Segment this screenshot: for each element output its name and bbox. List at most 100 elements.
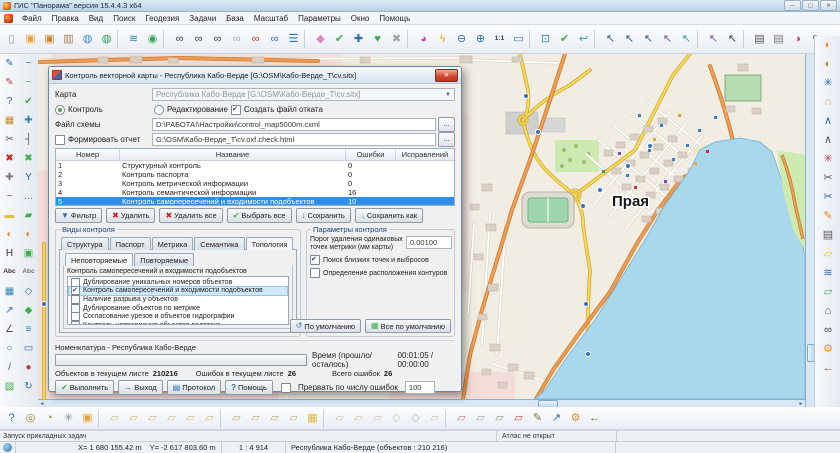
map-watch-icon[interactable]: ◔ (40, 409, 59, 428)
tab-passport[interactable]: Паспорт (110, 237, 151, 250)
menu-item[interactable]: Геодезия (140, 13, 184, 24)
col-errors[interactable]: Ошибки (346, 149, 396, 160)
map-notes-icon[interactable]: ▱ (817, 245, 839, 264)
select-confirm-icon[interactable]: ✔ (330, 30, 349, 49)
sheet-light-5-icon[interactable]: ◇ (406, 409, 425, 428)
zoom-frame-icon[interactable]: ▭ (509, 30, 528, 49)
divider-icon[interactable]: ∧ (817, 112, 839, 131)
sheet-copy-icon[interactable]: ▱ (284, 409, 303, 428)
select-add-icon[interactable]: ✚ (349, 30, 368, 49)
search-advanced-icon[interactable]: ∞ (208, 30, 227, 49)
area-object-icon[interactable]: ▰ (19, 206, 38, 225)
vertical-scrollbar[interactable] (805, 54, 814, 407)
copy-attributes-icon[interactable]: ▦ (0, 111, 19, 130)
checkbox-icon[interactable] (71, 321, 80, 325)
layer-ribbon-icon[interactable]: ≋ (817, 264, 839, 283)
flashlight-frame-icon[interactable]: ◐ (817, 55, 839, 74)
cut-object-icon[interactable]: ✂ (0, 130, 19, 149)
grid-sheets-icon[interactable]: ▦ (303, 409, 322, 428)
map-scheme-icon[interactable]: ▱ (817, 283, 839, 302)
sheet-n-icon[interactable]: ▱ (200, 409, 219, 428)
dialog-close-button[interactable]: ✕ (435, 69, 458, 82)
protractor-icon[interactable]: ∩ (817, 93, 839, 112)
hot-task-icon[interactable]: ϟ (433, 30, 452, 49)
select-clear-icon[interactable]: ✖ (387, 30, 406, 49)
report-checkbox[interactable] (55, 135, 65, 145)
all-default-button[interactable]: ▦ Все по умолчанию (365, 319, 451, 333)
object-frame-icon[interactable]: ▣ (19, 244, 38, 263)
subtab-repeatable[interactable]: Повторяемые (134, 253, 194, 266)
Контроль семантической информации[interactable]: 4 Контроль семантической информации 16 (56, 188, 454, 197)
sheet-p-icon[interactable]: ▱ (181, 409, 200, 428)
crosshair-icon[interactable]: ✚ (0, 168, 19, 187)
sheet-w-icon[interactable]: ▱ (124, 409, 143, 428)
delete-object-icon[interactable]: ✖ (0, 149, 19, 168)
find-map-icon[interactable]: ∞ (817, 321, 839, 340)
circle-tool-icon[interactable]: ○ (0, 339, 19, 358)
cut-graph-icon[interactable]: ✂ (817, 188, 839, 207)
menu-item[interactable]: Помощь (374, 13, 415, 24)
scheme-browse-button[interactable]: ... (438, 117, 455, 132)
threshold-input[interactable] (406, 236, 452, 249)
edit-query-icon[interactable]: ? (0, 92, 19, 111)
sheet-delete-icon[interactable]: ▱ (452, 409, 471, 428)
print-icon[interactable]: ▤ (750, 30, 769, 49)
pointer-grid-icon[interactable]: ↖ (639, 30, 658, 49)
view-3d-icon[interactable]: ◕ (414, 30, 433, 49)
limit-input[interactable] (405, 381, 435, 394)
highlight-icon[interactable]: ▬ (0, 206, 19, 225)
node-tool-icon[interactable]: ◇ (19, 282, 38, 301)
save-as-button[interactable]: ↓ Сохранить как (355, 208, 423, 223)
Контроль самопересечений и входимости подобъектов[interactable]: 5 Контроль самопересечений и входимости … (56, 197, 454, 206)
sheet-edit-icon[interactable]: ✎ (528, 409, 547, 428)
near-points-checkbox[interactable] (310, 255, 320, 265)
sheet-globe-icon[interactable]: ▱ (246, 409, 265, 428)
check-item[interactable]: Наличие разрыва у объектов (69, 295, 287, 304)
Контроль паспорта[interactable]: 2 Контроль паспорта 0 (56, 170, 454, 179)
search-icon[interactable]: ∞ (170, 30, 189, 49)
exit-door-icon[interactable]: ← (817, 359, 839, 378)
settings-gear-icon[interactable]: ⚙ (817, 340, 839, 359)
export-up-icon[interactable]: ↗ (547, 409, 566, 428)
subtab-nonrepeatable[interactable]: Неповторяемые (65, 253, 133, 266)
draw-object-icon[interactable]: ✎ (0, 54, 19, 73)
new-document-icon[interactable]: ▯ (2, 30, 21, 49)
sheet-report-icon[interactable]: ▱ (490, 409, 509, 428)
menu-item[interactable]: Параметры (293, 13, 346, 24)
text-abc-icon[interactable]: Abc (0, 263, 19, 282)
sheet-nodes-icon[interactable]: ✳ (59, 409, 78, 428)
globe-icon[interactable] (3, 443, 12, 452)
edit-curve-icon[interactable]: ~ (0, 187, 19, 206)
rotate-tool-icon[interactable]: ↻ (19, 377, 38, 396)
sheet-cross-icon[interactable]: ▱ (143, 409, 162, 428)
protocol-button[interactable]: ▤ Протокол (167, 380, 221, 395)
edit-nodes-icon[interactable]: … (19, 187, 38, 206)
menu-item[interactable]: Файл (17, 13, 47, 24)
minimize-button[interactable]: ─ (784, 0, 801, 11)
col-name[interactable]: Название (120, 149, 346, 160)
col-fixed[interactable]: Исправлений (396, 149, 454, 160)
open-map-icon[interactable]: ▣ (21, 30, 40, 49)
dialog-titlebar[interactable]: Контроль векторной карты - Республика Ка… (49, 67, 461, 84)
sheet-map-icon[interactable]: ▱ (471, 409, 490, 428)
split-line-icon[interactable]: ┤ (19, 130, 38, 149)
color-palette-icon[interactable]: ◑ (788, 30, 807, 49)
menu-item[interactable]: Вид (84, 13, 108, 24)
measure-tool-icon[interactable]: ∠ (0, 320, 19, 339)
check-item[interactable]: Контроль самопересечений и входимости по… (69, 287, 287, 296)
pointer-return-icon[interactable]: ↖ (677, 30, 696, 49)
map-scale[interactable]: 1 : 4 914 (222, 442, 286, 453)
run-button[interactable]: ✔ Выполнить (55, 380, 114, 395)
exit-button[interactable]: → Выход (118, 380, 162, 395)
col-number[interactable]: Номер (56, 149, 120, 160)
rect-tool-icon[interactable]: ▭ (19, 339, 38, 358)
accept-icon[interactable]: ✔ (555, 30, 574, 49)
sheet-light-6-icon[interactable]: ▱ (425, 409, 444, 428)
filter-button[interactable]: ▼ Фильтр (55, 208, 102, 223)
zoom-in-icon[interactable]: ⊕ (471, 30, 490, 49)
select-polygon-icon[interactable]: ◆ (311, 30, 330, 49)
grid-tool-icon[interactable]: ▦ (0, 282, 19, 301)
flashlight-search-icon[interactable]: ◐ (817, 36, 839, 55)
pointer-query-icon[interactable]: ↖ (704, 30, 723, 49)
join-node-icon[interactable]: Y (19, 168, 38, 187)
